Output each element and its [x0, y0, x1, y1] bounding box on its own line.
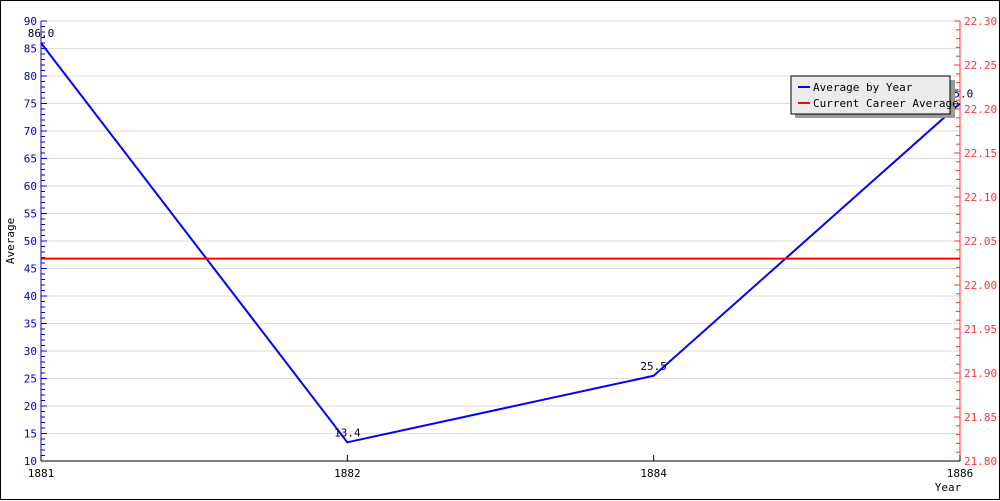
left-tick-label: 35: [24, 318, 37, 331]
left-tick-label: 15: [24, 428, 37, 441]
data-label: 86.0: [28, 27, 55, 40]
right-tick-label: 21.95: [964, 323, 997, 336]
x-tick-label: 1882: [334, 467, 361, 480]
left-tick-label: 65: [24, 153, 37, 166]
x-axis-label: Year: [935, 481, 962, 494]
left-tick-label: 30: [24, 345, 37, 358]
legend: Average by Year Current Career Average: [791, 76, 959, 118]
x-axis: 1881 1882 1884 1886: [28, 455, 974, 480]
right-y-axis: 21.8021.8521.9021.9522.0022.0522.1022.15…: [954, 15, 997, 468]
right-tick-label: 22.10: [964, 191, 997, 204]
legend-label-current-career-average: Current Career Average: [813, 97, 959, 110]
right-tick-label: 21.90: [964, 367, 997, 380]
data-label: 25.5: [640, 360, 667, 373]
left-tick-label: 80: [24, 70, 37, 83]
left-y-axis: 1015202530354045505560657075808590: [24, 15, 47, 468]
x-tick-label: 1881: [28, 467, 55, 480]
left-tick-label: 50: [24, 235, 37, 248]
left-tick-label: 60: [24, 180, 37, 193]
left-tick-label: 40: [24, 290, 37, 303]
left-tick-label: 20: [24, 400, 37, 413]
left-tick-label: 75: [24, 98, 37, 111]
x-tick-label: 1886: [947, 467, 974, 480]
line-chart: 1015202530354045505560657075808590 21.80…: [1, 1, 1000, 501]
right-tick-label: 22.25: [964, 59, 997, 72]
chart-frame: 1015202530354045505560657075808590 21.80…: [0, 0, 1000, 500]
left-tick-label: 45: [24, 263, 37, 276]
right-tick-label: 21.85: [964, 411, 997, 424]
right-tick-label: 22.30: [964, 15, 997, 28]
right-tick-label: 22.05: [964, 235, 997, 248]
left-tick-label: 85: [24, 43, 37, 56]
right-tick-label: 22.00: [964, 279, 997, 292]
x-tick-label: 1884: [640, 467, 667, 480]
right-tick-label: 22.15: [964, 147, 997, 160]
y-axis-label: Average: [4, 218, 17, 264]
left-tick-label: 55: [24, 208, 37, 221]
left-tick-label: 70: [24, 125, 37, 138]
right-tick-label: 22.20: [964, 103, 997, 116]
data-label: 13.4: [334, 426, 361, 439]
left-tick-label: 25: [24, 373, 37, 386]
legend-label-average-by-year: Average by Year: [813, 81, 913, 94]
